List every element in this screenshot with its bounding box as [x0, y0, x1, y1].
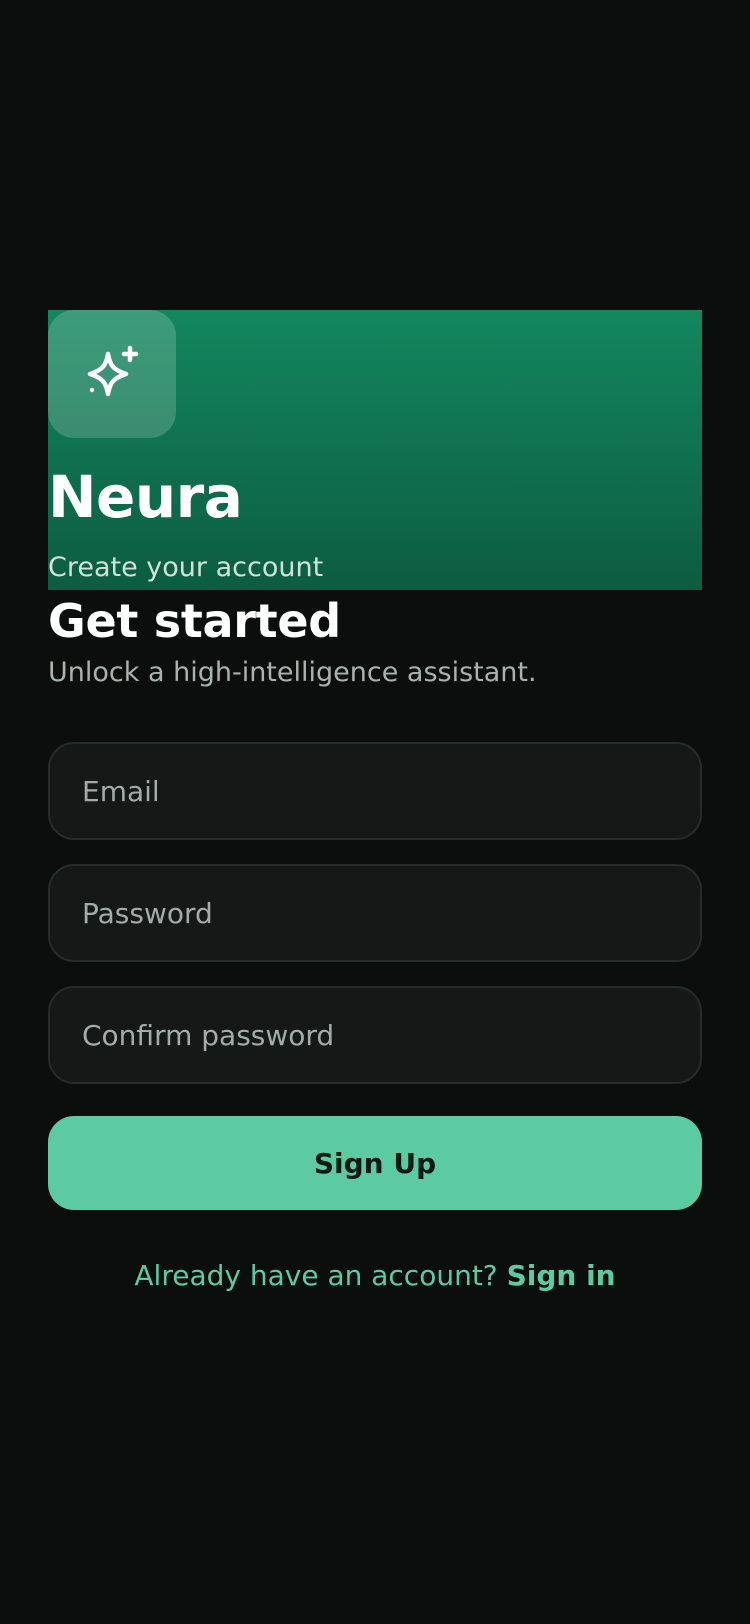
email-field[interactable] — [48, 742, 702, 840]
sign-in-link[interactable]: Sign in — [507, 1259, 616, 1292]
password-field[interactable] — [48, 864, 702, 962]
hero-subtitle: Create your account — [48, 552, 324, 583]
signin-prompt-row: Already have an account? Sign in — [0, 1262, 750, 1290]
page-title: Get started — [48, 594, 341, 648]
hero-banner: Neura Create your account — [48, 310, 702, 590]
confirm-password-field[interactable] — [48, 986, 702, 1084]
app-logo — [48, 310, 176, 438]
brand-name: Neura — [48, 463, 243, 531]
sparkles-icon — [87, 345, 139, 397]
sign-up-button[interactable]: Sign Up — [48, 1116, 702, 1210]
page-subtitle: Unlock a high-intelligence assistant. — [48, 657, 537, 688]
signin-prompt-text: Already have an account? — [134, 1259, 507, 1292]
